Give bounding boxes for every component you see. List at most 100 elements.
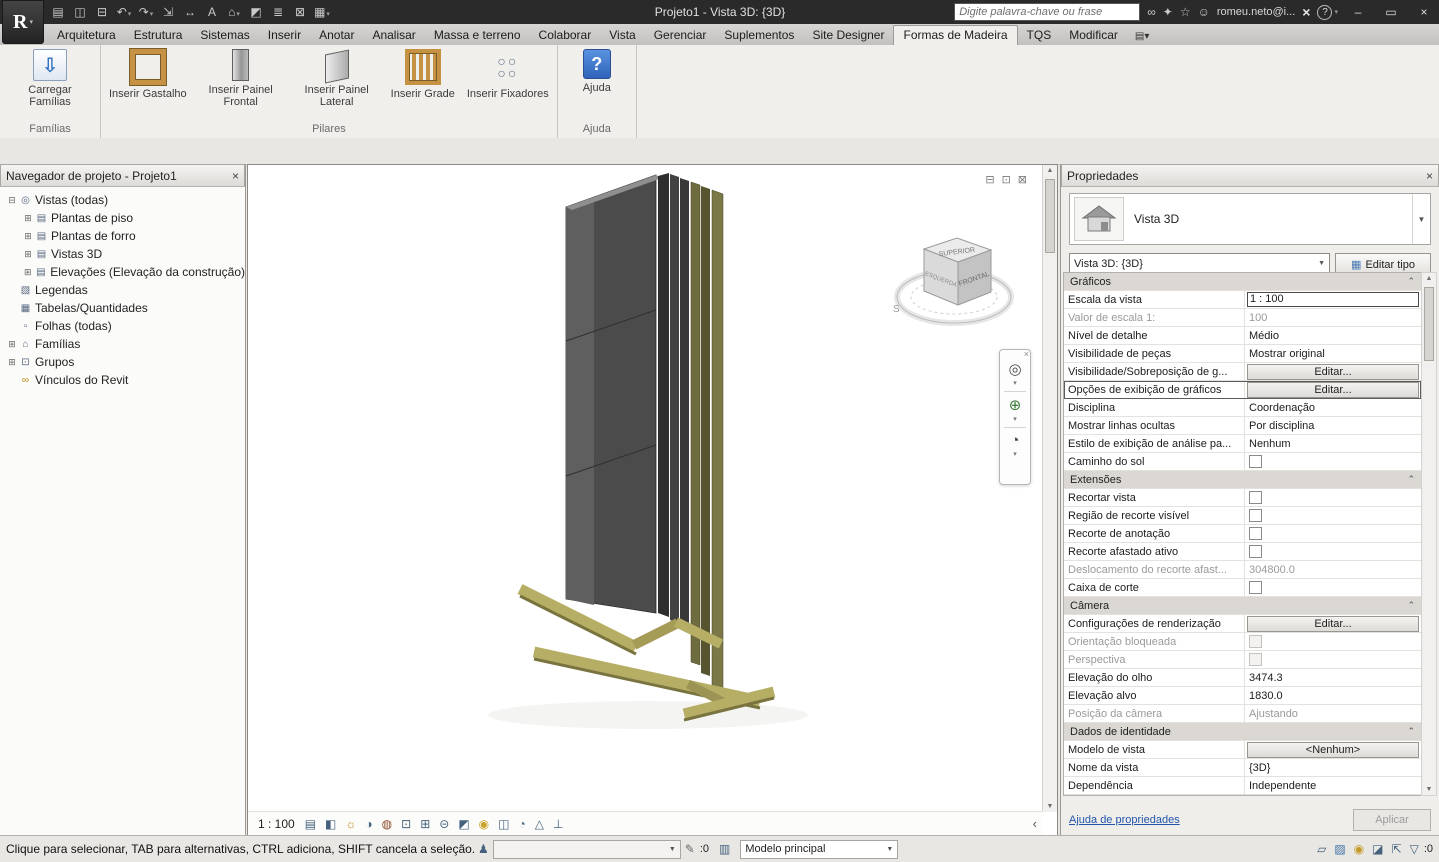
signed-in-user[interactable]: romeu.neto@i... xyxy=(1217,6,1295,18)
property-group-camera[interactable]: Câmera ⌃ xyxy=(1064,597,1421,615)
chevron-down-icon[interactable]: ▾ xyxy=(1013,450,1017,458)
plus-expander-icon[interactable]: ⊞ xyxy=(6,339,18,350)
viewport-vertical-scrollbar[interactable]: ▲ ▼ xyxy=(1042,165,1057,812)
ribbon-button-inserir-grade[interactable]: Inserir Grade xyxy=(386,47,460,100)
button-modelo-de-vista[interactable]: <Nenhum> xyxy=(1247,741,1419,758)
tree-item-folhas-todas[interactable]: ▫ Folhas (todas) xyxy=(0,317,245,335)
analytical-model-icon[interactable]: △ xyxy=(535,817,544,831)
properties-scrollbar[interactable]: ▲ ▼ xyxy=(1421,272,1437,796)
close-icon[interactable]: × xyxy=(1426,169,1433,183)
tab-estrutura[interactable]: Estrutura xyxy=(125,25,192,45)
save-icon[interactable]: ◫ xyxy=(70,5,90,19)
print-icon[interactable]: ⊟ xyxy=(92,5,112,19)
select-underlays-icon[interactable]: ▨ xyxy=(1334,842,1345,856)
crop-view-icon[interactable]: ⊡ xyxy=(401,817,411,831)
plus-expander-icon[interactable]: ⊞ xyxy=(22,213,34,224)
button-configuracoes-de-renderizacao[interactable]: Editar... xyxy=(1247,615,1419,632)
measure-icon[interactable]: ⇲ xyxy=(158,5,178,19)
minimize-button[interactable]: – xyxy=(1345,5,1371,19)
show-crop-icon[interactable]: ⊞ xyxy=(420,817,430,831)
tab-formas-de-madeira[interactable]: Formas de Madeira xyxy=(893,25,1018,45)
tree-item-familias[interactable]: ⊞ ⌂ Famílias xyxy=(0,335,245,353)
plus-expander-icon[interactable]: ⊞ xyxy=(6,357,18,368)
select-pinned-icon[interactable]: ◉ xyxy=(1354,842,1364,856)
tree-item-elevacoes-elevacao-da-construcao[interactable]: ⊞ ▤ Elevações (Elevação da construção) xyxy=(0,263,245,281)
value-mostrar-linhas-ocultas[interactable]: Por disciplina xyxy=(1247,420,1419,432)
value-nivel-de-detalhe[interactable]: Médio xyxy=(1247,330,1419,342)
tab-inserir[interactable]: Inserir xyxy=(259,25,310,45)
tree-item-vinculos-do-revit[interactable]: ∞ Vínculos do Revit xyxy=(0,371,245,389)
tree-item-plantas-de-forro[interactable]: ⊞ ▤ Plantas de forro xyxy=(0,227,245,245)
redo-icon[interactable]: ↷ xyxy=(136,5,156,19)
scroll-down-icon[interactable]: ▼ xyxy=(1422,786,1436,793)
value-visibilidade-de-pecas[interactable]: Mostrar original xyxy=(1247,348,1419,360)
collapse-icon[interactable]: ⌃ xyxy=(1407,474,1415,485)
undo-icon[interactable]: ↶ xyxy=(114,5,134,19)
tree-item-grupos[interactable]: ⊞ ⊡ Grupos xyxy=(0,353,245,371)
property-group-extensoes[interactable]: Extensões ⌃ xyxy=(1064,471,1421,489)
close-inactive-icon[interactable]: ⊠ xyxy=(290,5,310,19)
scrollbar-thumb[interactable] xyxy=(1045,179,1055,253)
dimension-icon[interactable]: ↔ xyxy=(180,5,200,19)
tab-modificar[interactable]: Modificar xyxy=(1060,25,1127,45)
plus-expander-icon[interactable]: ⊞ xyxy=(22,267,34,278)
minimize-view-icon[interactable]: ⊟ xyxy=(985,173,994,186)
tab-massa-e-terreno[interactable]: Massa e terreno xyxy=(425,25,530,45)
drag-on-selection-icon[interactable]: ⇱ xyxy=(1392,842,1402,856)
tree-item-tabelas-quantidades[interactable]: ▦ Tabelas/Quantidades xyxy=(0,299,245,317)
orbit-icon[interactable]: ◔ xyxy=(1010,432,1019,449)
zoom-icon[interactable]: ⊕ xyxy=(1009,396,1022,414)
tab-suplementos[interactable]: Suplementos xyxy=(715,25,803,45)
visual-style-icon[interactable]: ◧ xyxy=(325,817,336,831)
collapse-icon[interactable]: ⌃ xyxy=(1407,600,1415,611)
button-visibilidade-sobreposicao-de-g[interactable]: Editar... xyxy=(1247,363,1419,380)
checkbox-regiao-de-recorte-visivel[interactable] xyxy=(1249,509,1262,522)
thin-lines-icon[interactable]: ≣ xyxy=(268,5,288,19)
constraints-icon[interactable]: ⊥ xyxy=(553,817,563,831)
shadows-icon[interactable]: ◑ xyxy=(365,817,372,831)
tree-item-vistas-todas[interactable]: ⊟ ◎ Vistas (todas) xyxy=(0,191,245,209)
tab-sistemas[interactable]: Sistemas xyxy=(191,25,258,45)
tab-colaborar[interactable]: Colaborar xyxy=(530,25,601,45)
tab-analisar[interactable]: Analisar xyxy=(363,25,424,45)
value-posicao-da-camera[interactable]: Ajustando xyxy=(1247,708,1419,720)
property-group-graficos[interactable]: Gráficos ⌃ xyxy=(1064,273,1421,291)
ribbon-button-inserir-painel-frontal[interactable]: Inserir Painel Frontal xyxy=(194,47,288,108)
editing-requests-icon[interactable]: ✎ xyxy=(685,842,695,856)
collapse-icon[interactable]: ⌃ xyxy=(1407,276,1415,287)
ribbon-button-inserir-painel-lateral[interactable]: Inserir Painel Lateral xyxy=(290,47,384,108)
sun-path-icon[interactable]: ☼ xyxy=(345,817,356,831)
compass-south-label[interactable]: S xyxy=(893,304,900,315)
scroll-up-icon[interactable]: ▲ xyxy=(1043,167,1057,174)
checkbox-recortar-vista[interactable] xyxy=(1249,491,1262,504)
checkbox-recorte-afastado-ativo[interactable] xyxy=(1249,545,1262,558)
tab-vista[interactable]: Vista xyxy=(600,25,644,45)
view-cube[interactable]: S SUPERIOR ESQUERDA FRONTAL xyxy=(893,237,1014,326)
restore-view-icon[interactable]: ⊡ xyxy=(1002,173,1011,186)
tab-gerenciar[interactable]: Gerenciar xyxy=(645,25,716,45)
ribbon-button-inserir-gastalho[interactable]: Inserir Gastalho xyxy=(104,47,192,100)
type-selector[interactable]: Vista 3D ▼ xyxy=(1069,193,1431,245)
close-view-icon[interactable]: ⊠ xyxy=(1018,173,1027,186)
checkbox-caminho-do-sol[interactable] xyxy=(1249,455,1262,468)
value-dependencia[interactable]: Independente xyxy=(1247,780,1419,792)
close-button[interactable]: × xyxy=(1411,5,1437,19)
text-icon[interactable]: A xyxy=(202,5,222,19)
ribbon-button-carregar-familias[interactable]: Carregar Famílias xyxy=(3,47,97,108)
tree-item-legendas[interactable]: ▧ Legendas xyxy=(0,281,245,299)
lock-3d-icon[interactable]: ⊝ xyxy=(439,817,449,831)
search-input[interactable] xyxy=(954,3,1141,21)
drawing-area[interactable]: S SUPERIOR ESQUERDA FRONTAL ⊟ ⊡ ⊠ × ◎ ▾ ⊕ … xyxy=(247,164,1058,836)
value-escala-da-vista[interactable]: 1 : 100 xyxy=(1247,292,1419,307)
application-menu-button[interactable]: R ▾ xyxy=(2,0,44,44)
plus-expander-icon[interactable]: ⊞ xyxy=(22,231,34,242)
value-elevacao-do-olho[interactable]: 3474.3 xyxy=(1247,672,1419,684)
select-links-icon[interactable]: ▱ xyxy=(1317,842,1326,856)
checkbox-recorte-de-anotacao[interactable] xyxy=(1249,527,1262,540)
scroll-up-icon[interactable]: ▲ xyxy=(1422,275,1436,282)
value-deslocamento-do-recorte-afast[interactable]: 304800.0 xyxy=(1247,564,1419,576)
property-group-dados-de-identidade[interactable]: Dados de identidade ⌃ xyxy=(1064,723,1421,741)
chevron-down-icon[interactable]: ▾ xyxy=(1013,379,1017,387)
steering-wheel-icon[interactable]: ◎ xyxy=(1008,360,1021,378)
tab-arquitetura[interactable]: Arquitetura xyxy=(48,25,125,45)
